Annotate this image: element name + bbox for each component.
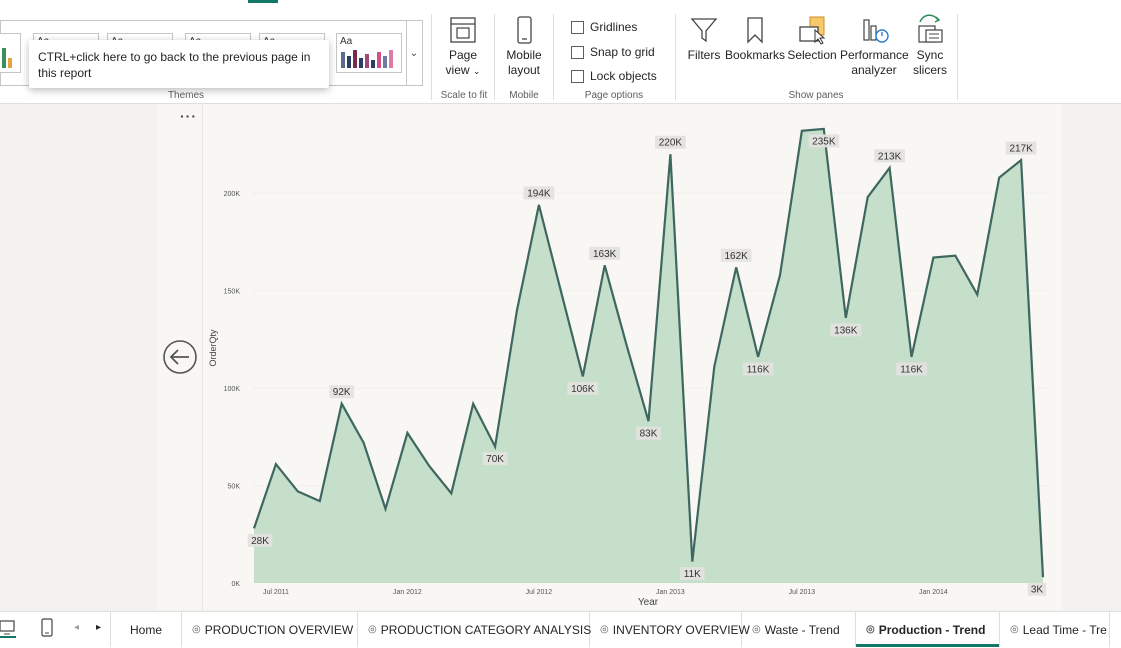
selection-pane-icon [799,16,826,45]
desktop-view-icon[interactable] [0,618,18,643]
filters-pane-button[interactable]: Filters [686,14,722,63]
themes-dropdown-button[interactable]: ⌄ [406,20,423,86]
page-view-icon [450,17,476,43]
lock-objects-checkbox[interactable]: Lock objects [571,69,657,83]
chevron-left-icon[interactable]: ◂ [74,622,79,633]
hidden-page-icon: ◎ [1010,624,1019,635]
back-navigation-tooltip: CTRL+click here to go back to the previo… [29,40,329,88]
chevron-down-icon: ⌄ [472,66,481,76]
tab-production-category-analysis[interactable]: ◎ PRODUCTION CATEGORY ANALYSIS [358,612,592,647]
separator [675,14,676,100]
tab-label: Home [129,622,162,637]
tab-waste-trend[interactable]: ◎ Waste - Trend [742,612,856,647]
hidden-page-icon: ◎ [600,624,609,635]
hidden-page-icon: ◎ [368,624,377,635]
separator [431,14,432,100]
performance-analyzer-icon [863,19,889,43]
page-tabs-bar: ◂ ▸ Home ◎ PRODUCTION OVERVIEW ◎ PRODUCTION … [0,611,1121,648]
tab-lead-time-tre[interactable]: ◎ Lead Time - Tre [1000,612,1110,647]
tab-label: Waste - Trend [764,622,840,637]
mobile-phone-icon [517,16,532,44]
sync-slicers-icon [918,14,943,43]
arrow-left-circle-icon [163,340,197,374]
tab-production-overview[interactable]: ◎ PRODUCTION OVERVIEW [182,612,358,647]
active-ribbon-tab-indicator [248,0,278,3]
mobile-view-icon[interactable] [40,618,54,643]
chevron-right-icon[interactable]: ▸ [96,622,101,633]
filter-icon [690,18,718,43]
tab-production-trend[interactable]: ◎ Production - Trend [856,612,1000,647]
checkbox-box[interactable] [571,69,584,83]
show-panes-group-label: Show panes [788,90,844,101]
checkbox-box[interactable] [571,20,584,34]
bookmark-icon [747,17,763,44]
tab-label: Lead Time - Tre [1022,622,1107,637]
tab-inventory-overview[interactable]: ◎ INVENTORY OVERVIEW [590,612,750,647]
mobile-group-label: Mobile [509,90,539,101]
more-options-icon[interactable]: ··· [180,108,197,124]
performance-analyzer-button[interactable]: Performance analyzer [840,14,909,78]
page-options-group-label: Page options [584,90,644,101]
hidden-page-icon: ◎ [192,624,201,635]
chevron-down-icon: ⌄ [409,47,419,59]
hidden-page-icon: ◎ [752,624,761,635]
tab-label: Production - Trend [878,622,986,637]
theme-thumb-6[interactable]: Aa [336,33,402,73]
snap-to-grid-checkbox[interactable]: Snap to grid [571,45,655,59]
separator [957,14,958,100]
visual-left-border [202,104,203,610]
selection-pane-button[interactable]: Selection [787,14,837,63]
tab-home[interactable]: Home [110,612,182,647]
sync-slicers-button[interactable]: Sync slicers [910,14,950,78]
gridlines-checkbox[interactable]: Gridlines [571,20,637,34]
tab-label: INVENTORY OVERVIEW [612,622,750,637]
checkbox-box[interactable] [571,45,584,59]
bookmarks-pane-button[interactable]: Bookmarks [725,14,785,63]
tab-label: PRODUCTION OVERVIEW [204,622,354,637]
mobile-layout-button[interactable]: Mobile layout [502,14,546,78]
separator [494,14,495,100]
themes-group-label: Themes [167,90,205,101]
scale-to-fit-group-label: Scale to fit [440,90,488,101]
back-button[interactable] [162,339,198,380]
separator [553,14,554,100]
theme-thumb-1[interactable] [0,33,21,73]
hidden-page-icon: ◎ [866,624,875,635]
report-canvas [158,104,1062,610]
tab-label: PRODUCTION CATEGORY ANALYSIS [380,622,592,637]
page-view-button[interactable]: Page view ⌄ [440,14,486,79]
